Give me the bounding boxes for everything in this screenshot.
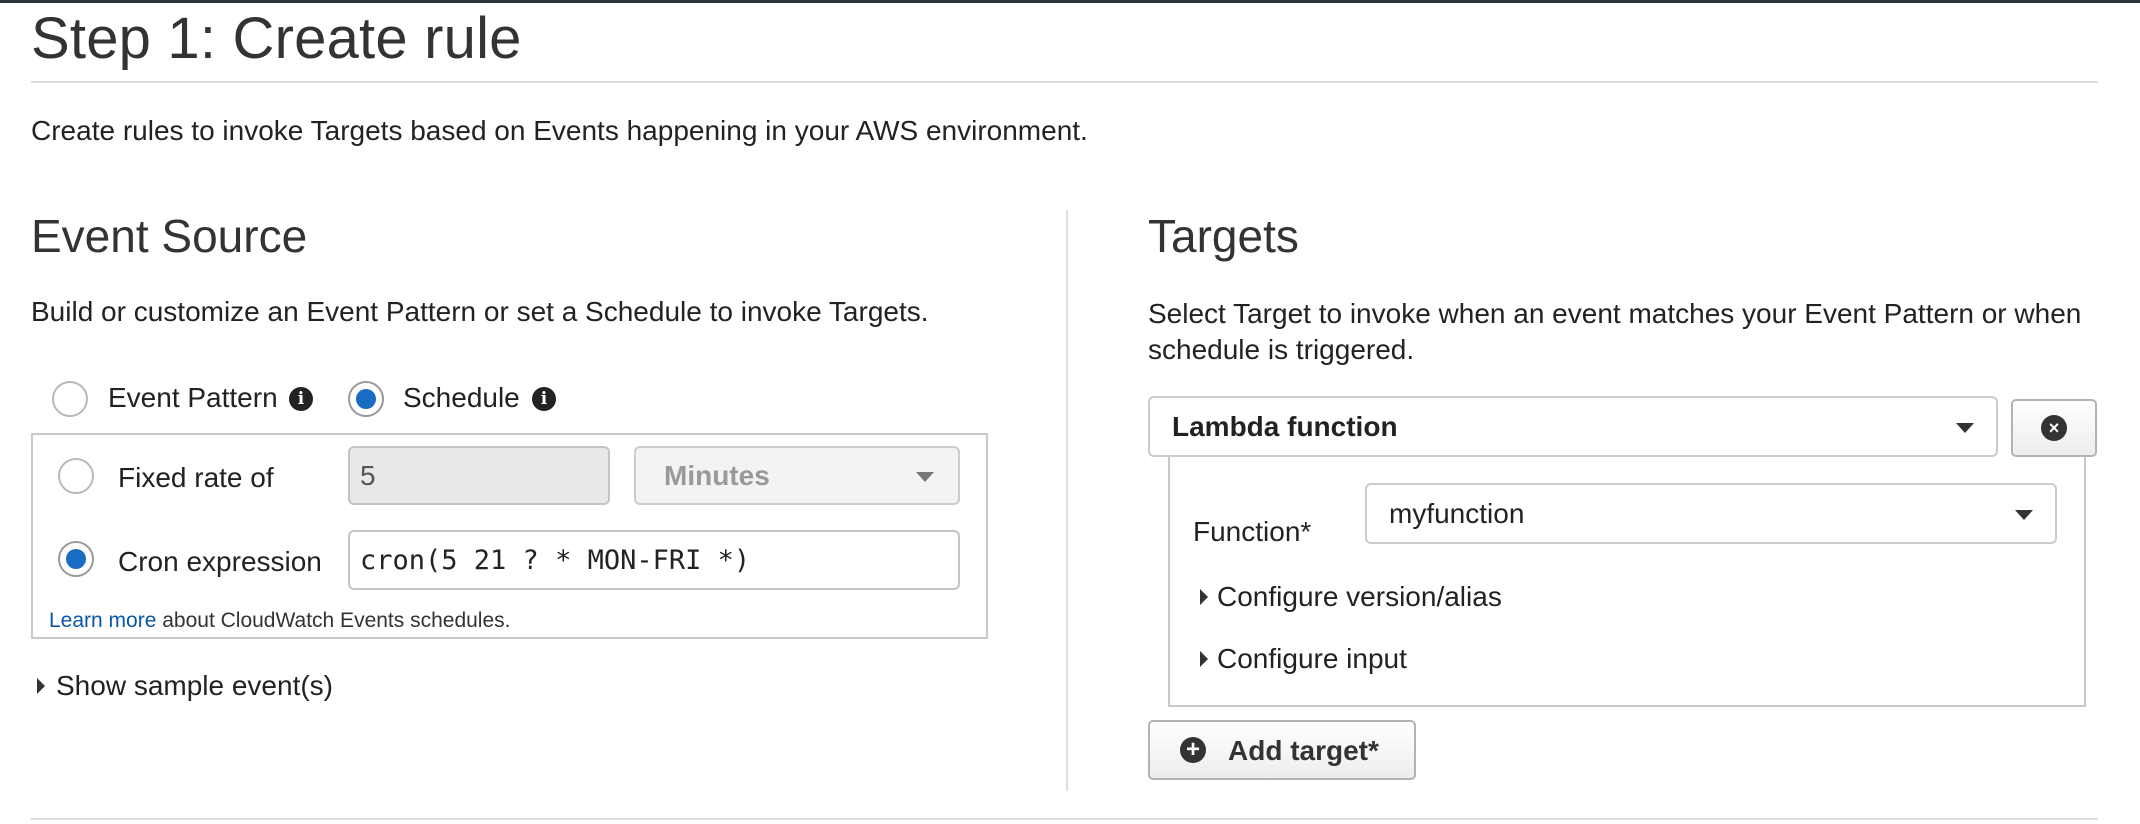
event-source-description: Build or customize an Event Pattern or s… [31,296,929,327]
function-label: Function* [1193,516,1312,547]
targets-heading: Targets [1148,210,1299,262]
event-source-heading: Event Source [31,210,308,262]
caret-right-icon[interactable] [37,678,45,694]
learn-more-suffix: about CloudWatch Events schedules. [162,609,511,632]
caret-down-icon [916,472,934,482]
event-pattern-info-icon[interactable]: i [289,387,313,411]
page-description: Create rules to invoke Targets based on … [31,115,1088,146]
title-divider [31,81,2098,83]
add-target-label: Add target* [1228,735,1379,766]
learn-more-link[interactable]: Learn more [49,609,156,632]
target-type-select[interactable]: Lambda function [1148,396,1998,457]
fixed-rate-radio[interactable] [58,458,94,494]
target-type-value: Lambda function [1172,410,1398,442]
event-pattern-label[interactable]: Event Pattern [108,382,278,414]
column-divider [1066,210,1068,791]
fixed-rate-unit-value: Minutes [664,459,770,491]
schedule-info-icon[interactable]: i [532,387,556,411]
fixed-rate-input[interactable]: 5 [348,446,610,505]
learn-more-text: Learn more about CloudWatch Events sched… [49,609,511,633]
caret-right-icon[interactable] [1200,589,1208,605]
function-value: myfunction [1389,497,1525,529]
fixed-rate-label[interactable]: Fixed rate of [118,462,274,494]
caret-right-icon[interactable] [1200,651,1208,667]
function-select[interactable]: myfunction [1365,483,2057,544]
configure-version-toggle[interactable]: Configure version/alias [1217,581,1502,613]
cron-expression-input[interactable]: cron(5 21 ? * MON-FRI *) [348,530,960,590]
caret-down-icon [1956,423,1974,433]
schedule-label[interactable]: Schedule [403,382,520,414]
fixed-rate-value: 5 [360,459,376,491]
cron-expression-radio[interactable] [58,541,94,577]
plus-circle-icon: + [1180,737,1206,763]
cron-expression-label[interactable]: Cron expression [118,546,322,578]
event-pattern-radio[interactable] [52,381,88,417]
close-circle-icon: × [2041,415,2067,441]
cron-expression-value: cron(5 21 ? * MON-FRI *) [360,544,751,576]
add-target-button[interactable]: + Add target* [1148,720,1416,780]
page-title: Step 1: Create rule [31,6,522,71]
targets-description: Select Target to invoke when an event ma… [1148,298,2082,365]
caret-down-icon [2015,510,2033,520]
schedule-radio[interactable] [348,381,384,417]
show-sample-events-toggle[interactable]: Show sample event(s) [56,670,333,702]
bottom-divider [31,818,2098,820]
configure-input-toggle[interactable]: Configure input [1217,643,1407,675]
fixed-rate-unit-select[interactable]: Minutes [634,446,960,505]
remove-target-button[interactable]: × [2011,399,2097,457]
